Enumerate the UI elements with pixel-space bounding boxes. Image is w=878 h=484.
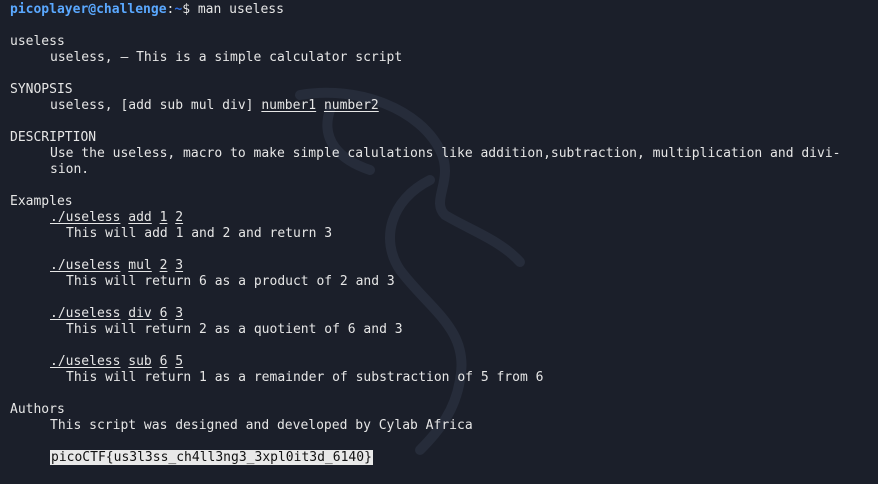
example-binary: ./useless [50, 306, 121, 321]
synopsis-arg-number1: number1 [261, 98, 317, 113]
example-description: This will return 1 as a remainder of sub… [66, 370, 544, 385]
description-line-1: Use the useless, macro to make simple ca… [50, 146, 841, 161]
synopsis-line: useless, [add sub mul div] number1 numbe… [10, 98, 870, 114]
example-operation: mul [128, 258, 152, 273]
example-operand-a: 1 [159, 210, 168, 225]
example-operand-b: 5 [175, 354, 184, 369]
description-line-2: sion. [50, 162, 90, 177]
synopsis-command: useless, [add sub mul div] [50, 98, 254, 113]
example-operation: div [128, 306, 152, 321]
example-operand-b: 3 [175, 306, 184, 321]
section-authors-heading: Authors [10, 402, 65, 417]
section-examples-heading: Examples [10, 194, 73, 209]
example-operand-a: 6 [159, 354, 168, 369]
example-operation: sub [128, 354, 152, 369]
name-description: useless, — This is a simple calculator s… [50, 50, 403, 65]
prompt-command: man useless [197, 2, 284, 17]
example-command: ./useless div 6 3 [10, 306, 870, 322]
prompt-symbol: $ [182, 2, 191, 17]
highlighted-flag[interactable]: picoCTF{us3l3ss_ch4ll3ng3_3xpl0it3d_6140… [50, 450, 373, 465]
example-command: ./useless mul 2 3 [10, 258, 870, 274]
terminal-output: picoplayer@challenge:~$ man useless usel… [10, 2, 870, 484]
example-description: This will return 6 as a product of 2 and… [66, 274, 395, 289]
example-operand-a: 2 [159, 258, 168, 273]
example-description: This will add 1 and 2 and return 3 [66, 226, 333, 241]
section-synopsis-heading: SYNOPSIS [10, 82, 73, 97]
authors-text: This script was designed and developed b… [50, 418, 473, 433]
example-binary: ./useless [50, 210, 121, 225]
example-binary: ./useless [50, 258, 121, 273]
example-operand-b: 2 [175, 210, 184, 225]
synopsis-arg-number2: number2 [323, 98, 379, 113]
prompt-user-host: picoplayer@challenge [10, 2, 167, 17]
example-operation: add [128, 210, 152, 225]
example-binary: ./useless [50, 354, 121, 369]
example-operand-b: 3 [175, 258, 184, 273]
shell-prompt-line: picoplayer@challenge:~$ man useless [10, 2, 284, 17]
section-name-heading: useless [10, 34, 65, 49]
example-command: ./useless sub 6 5 [10, 354, 870, 370]
example-command: ./useless add 1 2 [10, 210, 870, 226]
section-description-heading: DESCRIPTION [10, 130, 97, 145]
flag-line: picoCTF{us3l3ss_ch4ll3ng3_3xpl0it3d_6140… [10, 450, 870, 466]
example-operand-a: 6 [159, 306, 168, 321]
example-description: This will return 2 as a quotient of 6 an… [66, 322, 403, 337]
